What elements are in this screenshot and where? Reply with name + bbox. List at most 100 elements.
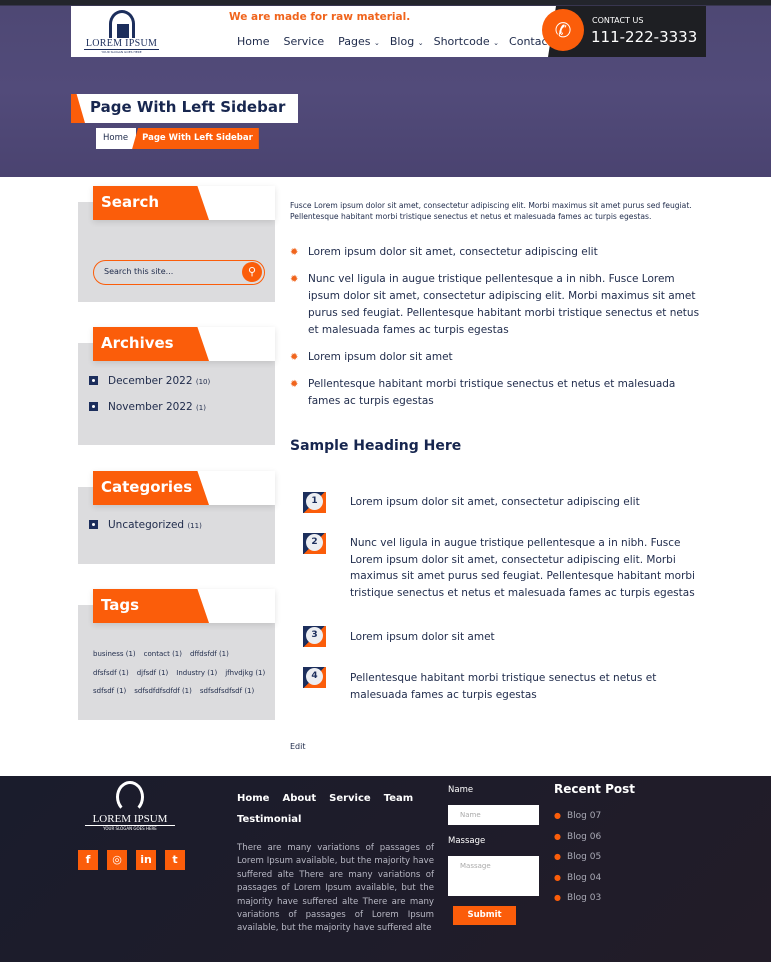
category-item[interactable]: Uncategorized (11) — [89, 519, 202, 531]
message-placeholder: Massage — [460, 862, 491, 870]
name-label: Name — [448, 785, 474, 795]
nav-home[interactable]: Home — [237, 35, 269, 48]
footer-logo[interactable]: LOREM IPSUM YOUR SLOGAN GOES HERE — [85, 781, 175, 831]
nav-shortcode-label: Shortcode — [433, 35, 490, 48]
tag-link[interactable]: dfsfsdf (1) — [93, 669, 129, 677]
twitter-icon[interactable]: t — [165, 850, 185, 870]
nav-blog-label: Blog — [389, 35, 415, 48]
bullet-item: Pellentesque habitant morbi tristique se… — [290, 376, 700, 410]
bullet-item: Nunc vel ligula in augue tristique pelle… — [290, 271, 700, 339]
recent-post-list: Blog 07 Blog 06 Blog 05 Blog 04 Blog 03 — [554, 806, 601, 909]
search-widget: Search Search this site... ⚲ — [78, 186, 275, 302]
number-badge: 4 — [303, 667, 326, 688]
archive-label: November 2022 — [108, 401, 193, 413]
breadcrumb: Home Page With Left Sidebar — [96, 128, 259, 149]
breadcrumb-current: Page With Left Sidebar — [132, 128, 259, 149]
tag-link[interactable]: Industry (1) — [176, 669, 217, 677]
search-icon[interactable]: ⚲ — [242, 262, 262, 282]
section-heading: Sample Heading Here — [290, 438, 462, 454]
number: 1 — [306, 493, 323, 510]
recent-post-link[interactable]: Blog 03 — [554, 888, 601, 909]
widget-title: Search — [93, 186, 209, 220]
gear-icon — [89, 376, 98, 385]
widget-header: Archives — [93, 327, 275, 361]
numbered-item: Pellentesque habitant morbi tristique se… — [350, 672, 657, 701]
footer-link[interactable]: About — [282, 793, 316, 804]
number: 3 — [306, 627, 323, 644]
widget-title: Categories — [93, 471, 209, 505]
tagline: We are made for raw material. — [229, 11, 411, 23]
logo-slogan: YOUR SLOGAN GOES HERE — [103, 826, 157, 831]
footer-link[interactable]: Home — [237, 793, 269, 804]
footer-link[interactable]: Team — [384, 793, 413, 804]
numbered-item: Nunc vel ligula in augue tristique pelle… — [350, 537, 695, 599]
intro-paragraph: Fusce Lorem ipsum dolor sit amet, consec… — [290, 201, 692, 221]
chevron-down-icon: ⌄ — [493, 39, 500, 47]
name-placeholder: Name — [460, 811, 481, 819]
nav-shortcode[interactable]: Shortcode ⌄ — [434, 35, 499, 48]
recent-post-link[interactable]: Blog 06 — [554, 827, 601, 848]
tag-cloud: business (1) contact (1) dffdsfdf (1) dfsfs… — [93, 645, 268, 701]
footer-link[interactable]: Testimonial — [237, 814, 301, 825]
tag-link[interactable]: business (1) — [93, 650, 136, 658]
nav-blog[interactable]: Blog ⌄ — [390, 35, 424, 48]
tag-link[interactable]: dffdsfdf (1) — [190, 650, 229, 658]
facebook-icon[interactable]: f — [78, 850, 98, 870]
number-badge: 1 — [303, 492, 326, 513]
archive-count: (1) — [196, 404, 206, 412]
phone-number[interactable]: 111-222-3333 — [591, 28, 697, 46]
tag-link[interactable]: jfhvdjkg (1) — [225, 669, 265, 677]
message-textarea[interactable]: Massage — [448, 856, 539, 896]
tags-widget: Tags business (1) contact (1) dffdsfdf (1)… — [78, 589, 275, 720]
tag-link[interactable]: contact (1) — [144, 650, 182, 658]
logo[interactable]: LOREM IPSUM YOUR SLOGAN GOES HERE — [84, 10, 159, 54]
number-badge: 2 — [303, 533, 326, 554]
submit-button[interactable]: Submit — [453, 906, 516, 925]
numbered-item: Lorem ipsum dolor sit amet — [350, 631, 495, 643]
tag-link[interactable]: sdfsdfdfsdfdf (1) — [134, 687, 192, 695]
breadcrumb-home[interactable]: Home — [96, 128, 137, 149]
nav-pages-label: Pages — [338, 35, 371, 48]
chevron-down-icon: ⌄ — [417, 39, 424, 47]
linkedin-icon[interactable]: in — [136, 850, 156, 870]
bullet-item: Lorem ipsum dolor sit amet — [290, 349, 700, 366]
name-input[interactable]: Name — [448, 805, 539, 825]
widget-header: Tags — [93, 589, 275, 623]
bullet-item: Lorem ipsum dolor sit amet, consectetur … — [290, 244, 700, 261]
instagram-icon[interactable]: ◎ — [107, 850, 127, 870]
logo-icon — [116, 781, 144, 813]
edit-link[interactable]: Edit — [290, 742, 306, 751]
number: 4 — [306, 668, 323, 685]
main-nav: Home Service Pages ⌄ Blog ⌄ Shortcode ⌄ … — [237, 35, 566, 48]
recent-post-link[interactable]: Blog 05 — [554, 847, 601, 868]
search-input[interactable]: Search this site... ⚲ — [93, 260, 265, 285]
archive-item[interactable]: November 2022 (1) — [89, 401, 206, 413]
categories-widget: Categories Uncategorized (11) — [78, 471, 275, 564]
number: 2 — [306, 534, 323, 551]
footer-link[interactable]: Service — [329, 793, 371, 804]
nav-service[interactable]: Service — [283, 35, 324, 48]
search-placeholder: Search this site... — [104, 267, 174, 276]
tag-link[interactable]: djfsdf (1) — [137, 669, 169, 677]
page-title: Page With Left Sidebar — [71, 94, 298, 123]
widget-title: Tags — [93, 589, 209, 623]
tag-link[interactable]: sdfsdfsdfsdf (1) — [200, 687, 254, 695]
archive-label: December 2022 — [108, 375, 193, 387]
chevron-down-icon: ⌄ — [374, 39, 380, 47]
numbered-item: Lorem ipsum dolor sit amet, consectetur … — [350, 496, 640, 508]
logo-text: LOREM IPSUM — [85, 813, 175, 826]
archives-widget: Archives December 2022 (10) November 202… — [78, 327, 275, 445]
recent-post-link[interactable]: Blog 07 — [554, 806, 601, 827]
nav-pages[interactable]: Pages ⌄ — [338, 35, 380, 48]
recent-post-link[interactable]: Blog 04 — [554, 868, 601, 889]
footer-text: There are many variations of passages of… — [237, 843, 434, 934]
widget-header: Search — [93, 186, 275, 220]
phone-icon[interactable]: ✆ — [542, 9, 584, 51]
widget-header: Categories — [93, 471, 275, 505]
logo-icon — [108, 10, 135, 38]
category-count: (11) — [187, 522, 202, 530]
archive-count: (10) — [195, 378, 211, 386]
tag-link[interactable]: sdfsdf (1) — [93, 687, 126, 695]
footer: LOREM IPSUM YOUR SLOGAN GOES HERE f ◎ in … — [0, 776, 771, 962]
archive-item[interactable]: December 2022 (10) — [89, 375, 210, 387]
